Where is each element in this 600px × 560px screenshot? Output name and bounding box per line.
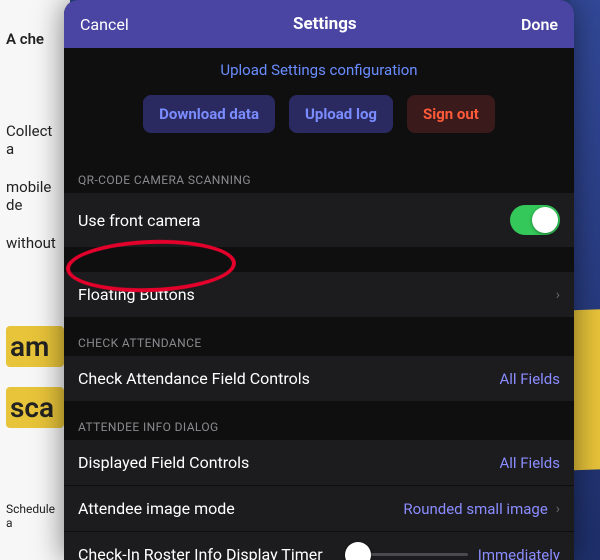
chevron-right-icon: › — [556, 501, 560, 517]
checkin-roster-timer-label: Check-In Roster Info Display Timer — [78, 545, 348, 560]
checkin-roster-timer-row: Check-In Roster Info Display Timer Immed… — [64, 532, 574, 560]
check-attendance-field-controls-label: Check Attendance Field Controls — [78, 369, 499, 388]
bg-text: without — [6, 234, 64, 252]
settings-scroll[interactable]: Upload Settings configuration Download d… — [64, 48, 574, 560]
done-button[interactable]: Done — [521, 15, 558, 34]
chevron-right-icon: › — [556, 287, 560, 303]
attendee-image-mode-row[interactable]: Attendee image mode Rounded small image … — [64, 486, 574, 532]
section-header-attendee-info: ATTENDEE INFO DIALOG — [64, 402, 574, 440]
use-front-camera-row: Use front camera — [64, 193, 574, 248]
slider-knob — [345, 542, 371, 560]
upload-log-button[interactable]: Upload log — [289, 95, 393, 133]
page-title: Settings — [293, 14, 357, 34]
settings-sheet: Cancel Settings Done Upload Settings con… — [64, 0, 574, 560]
displayed-field-controls-label: Displayed Field Controls — [78, 453, 499, 472]
floating-buttons-row[interactable]: Floating Buttons › — [64, 272, 574, 318]
bg-text: Collect a — [6, 122, 64, 158]
attendee-image-mode-label: Attendee image mode — [78, 499, 403, 518]
bg-text: am — [6, 326, 64, 367]
section-header-check-attendance: CHECK ATTENDANCE — [64, 318, 574, 356]
bg-text: A che — [6, 30, 64, 48]
displayed-field-controls-row[interactable]: Displayed Field Controls All Fields — [64, 440, 574, 486]
checkin-roster-timer-value: Immediately — [478, 546, 560, 560]
floating-buttons-label: Floating Buttons — [78, 285, 548, 304]
cancel-button[interactable]: Cancel — [80, 15, 129, 34]
download-data-button[interactable]: Download data — [143, 95, 275, 133]
bg-text: Schedule a — [6, 502, 64, 530]
checkin-roster-timer-slider[interactable] — [358, 553, 468, 556]
bg-text: sca — [6, 387, 64, 428]
displayed-field-controls-value: All Fields — [499, 454, 560, 472]
upload-settings-config-link[interactable]: Upload Settings configuration — [220, 61, 417, 79]
check-attendance-field-controls-value: All Fields — [499, 370, 560, 388]
use-front-camera-label: Use front camera — [78, 211, 510, 230]
action-pill-row: Download data Upload log Sign out — [64, 89, 574, 155]
background-right-panel: w est — [570, 0, 600, 560]
bg-text: mobile de — [6, 178, 64, 214]
check-attendance-field-controls-row[interactable]: Check Attendance Field Controls All Fiel… — [64, 356, 574, 402]
background-left-panel: A che Collect a mobile de without am sca… — [0, 0, 70, 560]
sign-out-button[interactable]: Sign out — [407, 95, 495, 133]
attendee-image-mode-value: Rounded small image — [403, 500, 547, 518]
section-header-qr: QR-CODE CAMERA SCANNING — [64, 155, 574, 193]
use-front-camera-toggle[interactable] — [510, 205, 560, 235]
upload-config-row: Upload Settings configuration — [64, 48, 574, 89]
navbar: Cancel Settings Done — [64, 0, 574, 48]
toggle-knob — [532, 207, 558, 233]
